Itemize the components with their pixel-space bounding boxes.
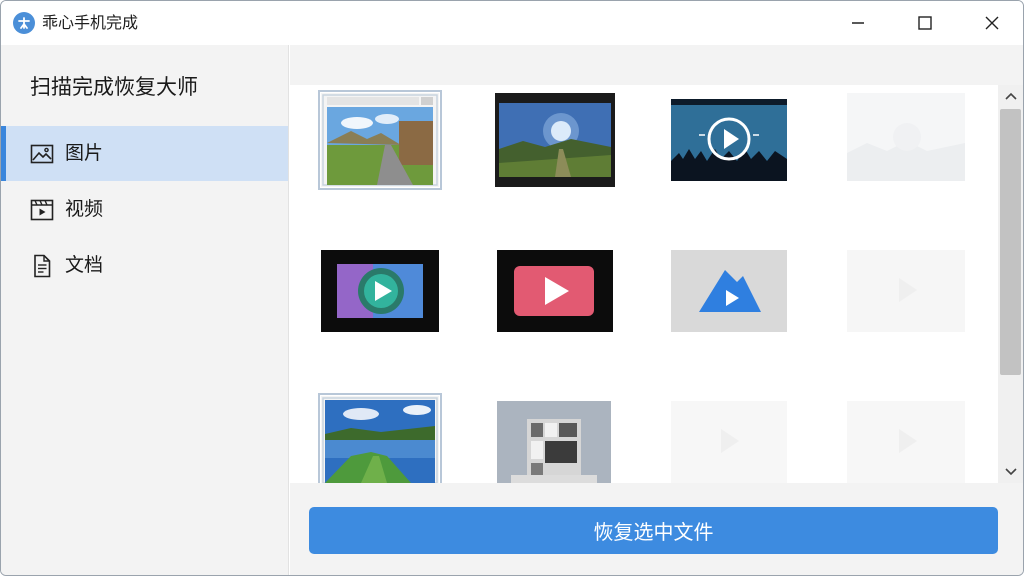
scrollbar-thumb[interactable]: [1000, 109, 1021, 375]
sidebar-title: 扫描完成恢复大师: [30, 75, 198, 99]
thumbnail-photo-lake[interactable]: [318, 393, 442, 483]
content-header: [290, 45, 1023, 85]
title-bar: 乖心手机完成: [1, 1, 1023, 45]
thumbnail-video-4[interactable]: [671, 250, 787, 332]
thumbnail-grid: [290, 85, 998, 483]
sidebar-item-documents[interactable]: 文档: [1, 238, 288, 293]
chevron-up-icon: [1004, 92, 1017, 100]
scroll-up-button[interactable]: [998, 85, 1023, 107]
thumbnail-photo-field[interactable]: [495, 93, 615, 187]
window-title: 乖心手机完成: [42, 13, 139, 32]
sidebar-item-label: 文档: [65, 254, 104, 276]
video-icon: [30, 198, 54, 222]
close-button[interactable]: [959, 1, 1023, 45]
close-icon: [985, 16, 999, 30]
thumbnail-photo-road[interactable]: [318, 90, 442, 190]
recover-selected-button[interactable]: 恢复选中文件: [309, 507, 998, 554]
thumbnail-faded-2[interactable]: [847, 250, 965, 332]
thumbnail-faded-4[interactable]: [847, 401, 965, 483]
sidebar: 扫描完成恢复大师 图片 视频 文档: [1, 45, 289, 575]
action-bar: 恢复选中文件: [290, 483, 1023, 575]
thumbnail-video-1[interactable]: [671, 99, 787, 181]
thumbnail-faded-3[interactable]: [671, 401, 787, 483]
sidebar-item-images[interactable]: 图片: [1, 126, 288, 181]
document-icon: [30, 254, 54, 278]
thumbnail-photo-room[interactable]: [497, 401, 611, 483]
vertical-scrollbar[interactable]: [998, 85, 1023, 483]
app-logo-icon: [13, 12, 35, 34]
thumbnail-video-3[interactable]: [497, 250, 613, 332]
minimize-icon: [852, 22, 864, 24]
thumbnail-faded-1[interactable]: [847, 93, 965, 181]
maximize-button[interactable]: [892, 1, 958, 45]
image-icon: [30, 142, 54, 166]
maximize-icon: [918, 16, 932, 30]
scroll-down-button[interactable]: [998, 461, 1023, 483]
sidebar-item-videos[interactable]: 视频: [1, 182, 288, 237]
chevron-down-icon: [1004, 468, 1017, 476]
sidebar-item-label: 视频: [65, 198, 104, 220]
thumbnail-video-2[interactable]: [321, 250, 439, 332]
sidebar-item-label: 图片: [65, 142, 104, 164]
minimize-button[interactable]: [825, 1, 891, 45]
app-window: 乖心手机完成 扫描完成恢复大师 图片 视频 文档 恢复选中文件: [0, 0, 1024, 576]
